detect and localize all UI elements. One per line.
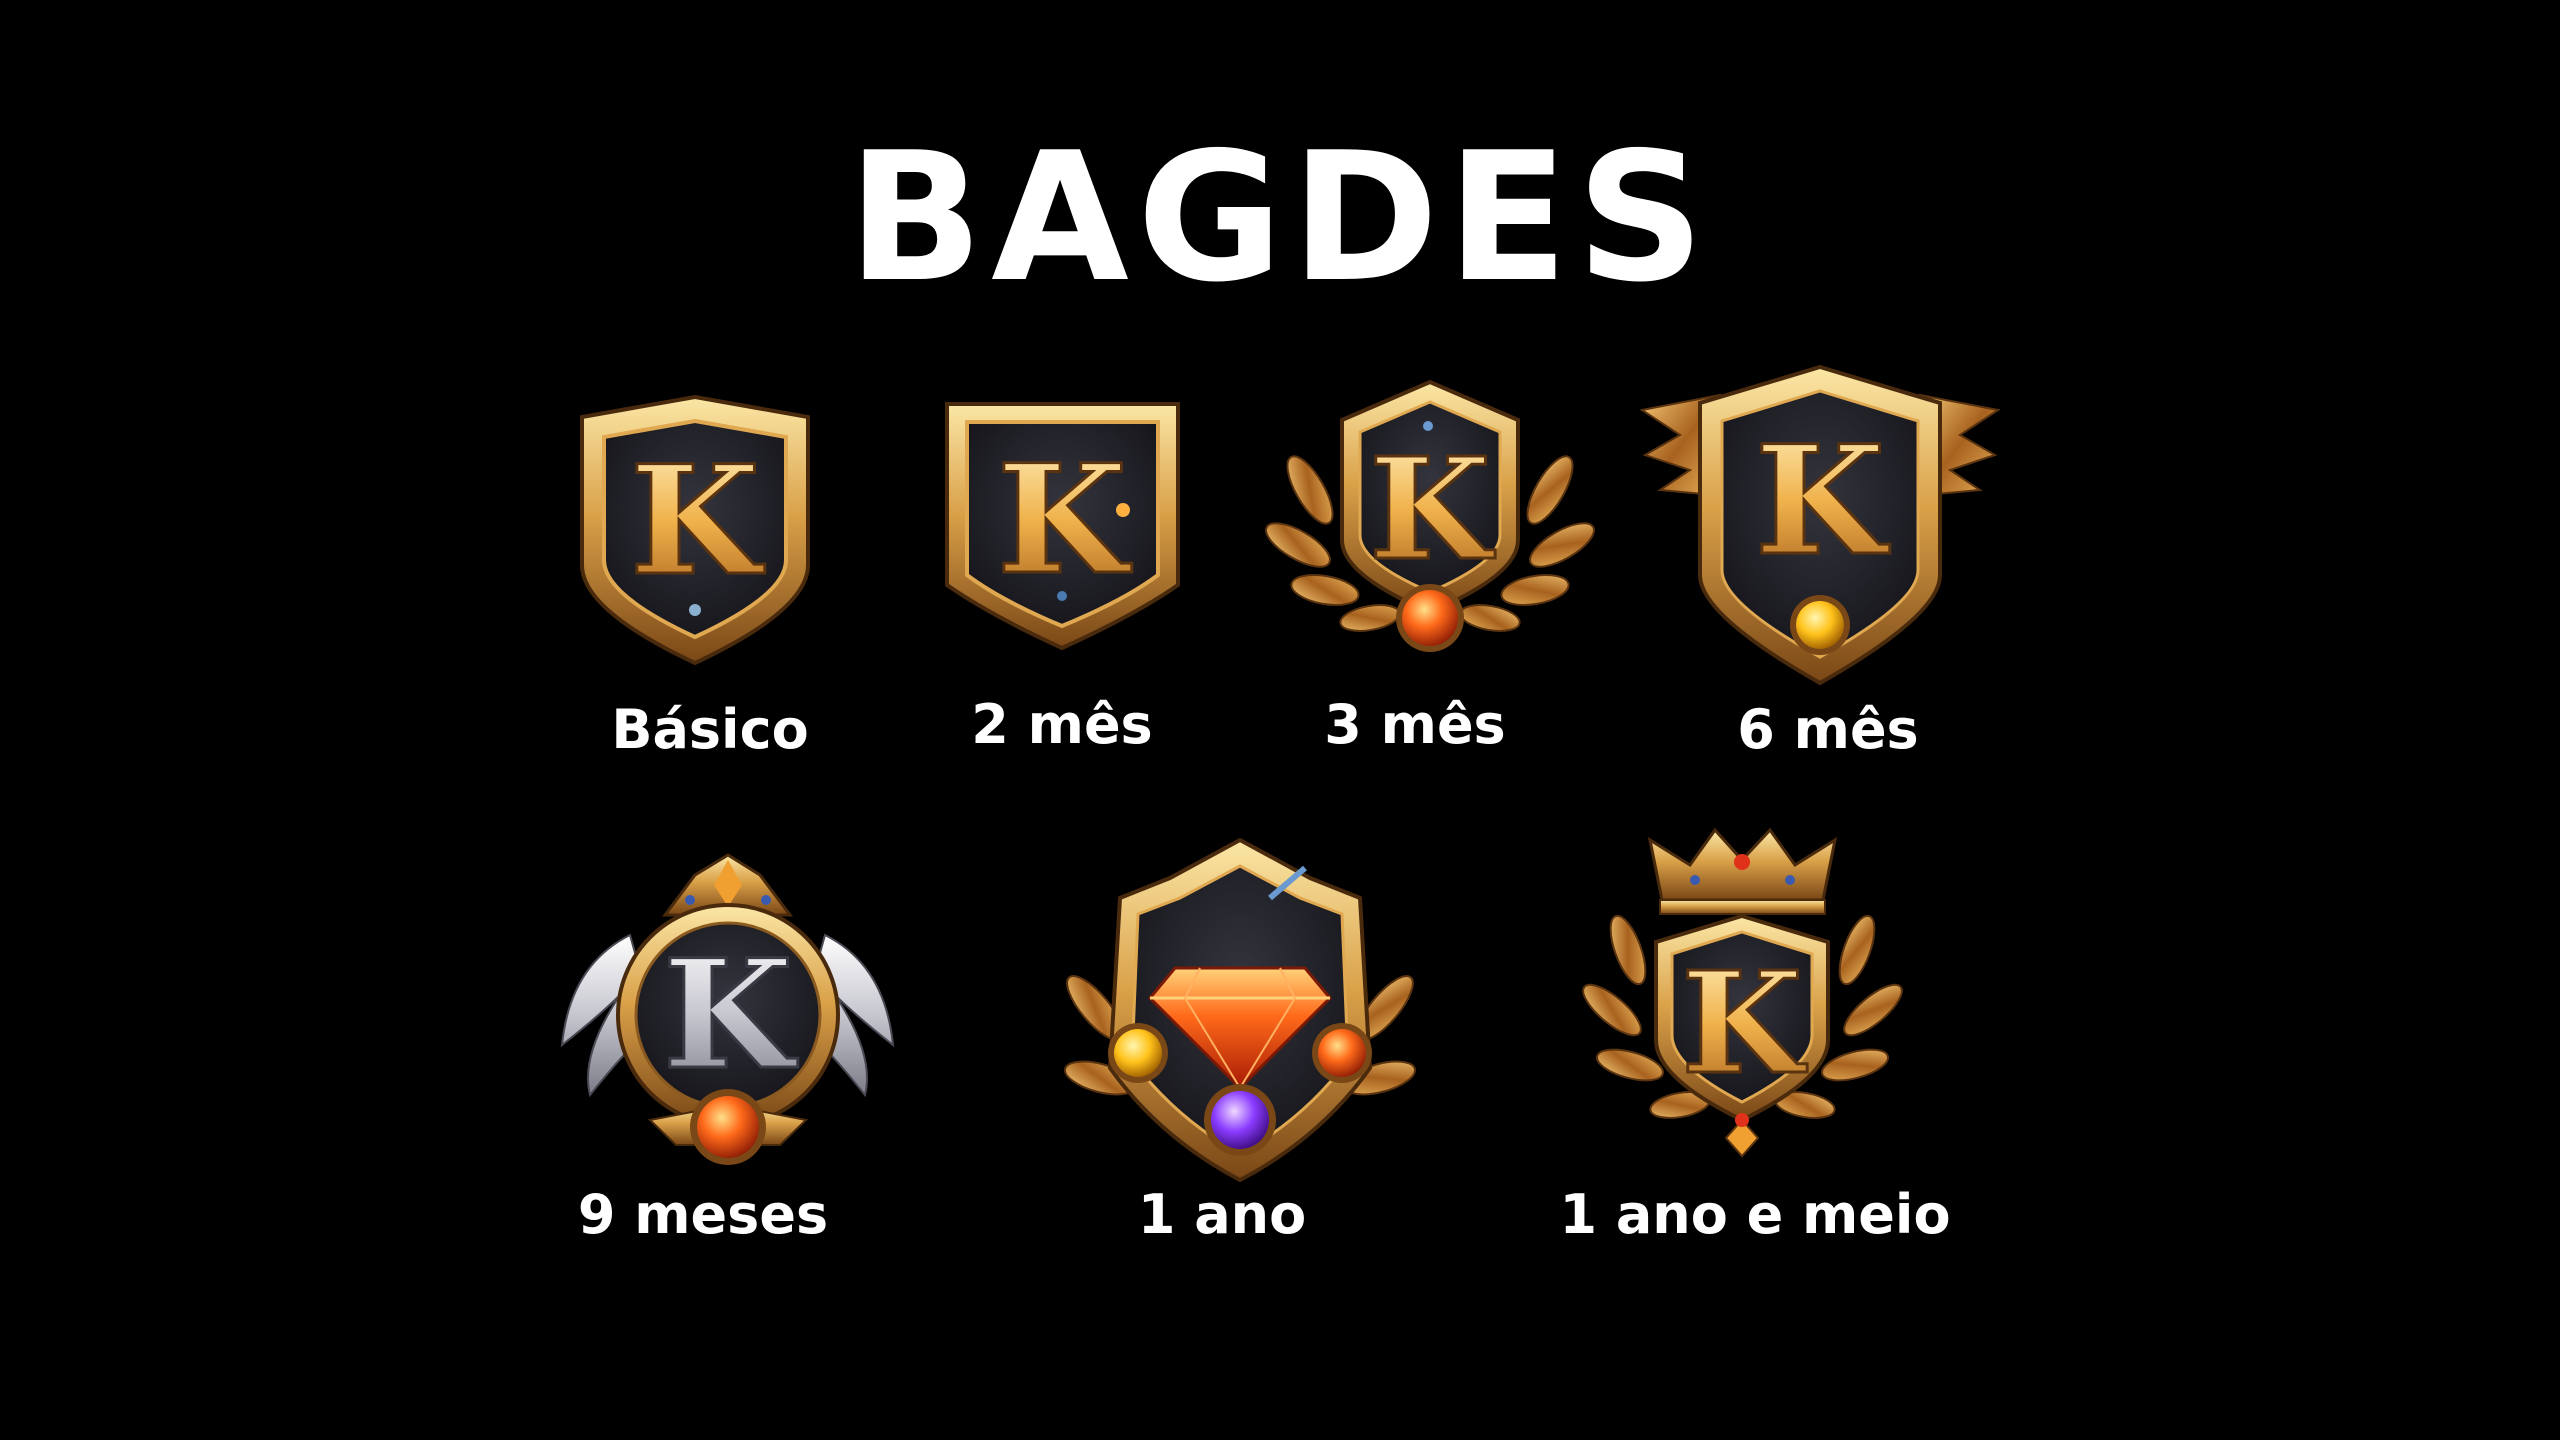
square-shield-k-badge-icon: K xyxy=(945,402,1180,651)
badge-label: 1 ano xyxy=(1137,1183,1307,1246)
diamond-gem-badge-icon xyxy=(1064,837,1416,1183)
badge-6-mes: K xyxy=(1639,364,2001,686)
shield-k-badge-icon: K xyxy=(580,394,810,666)
svg-text:K: K xyxy=(630,433,765,609)
badge-3-mes: K xyxy=(1265,379,1595,660)
crowned-silver-k-badge-icon: K xyxy=(560,853,895,1165)
badge-9-meses: K xyxy=(560,845,895,1175)
badge-label: 2 mês xyxy=(971,693,1153,756)
page-title: BAGDES xyxy=(847,114,1713,321)
svg-text:K: K xyxy=(1369,428,1495,592)
winged-shield-k-badge-icon: K xyxy=(1639,364,2001,686)
svg-text:K: K xyxy=(1755,413,1890,589)
badge-label: 1 ano e meio xyxy=(1559,1183,1951,1246)
svg-text:K: K xyxy=(997,432,1132,608)
badge-label: 6 mês xyxy=(1737,698,1919,761)
laurel-k-badge-icon: K xyxy=(1265,379,1595,652)
svg-text:K: K xyxy=(1681,942,1807,1106)
crowned-laurel-k-badge-icon: K xyxy=(1582,827,1903,1158)
badge-2-mes: K xyxy=(945,400,1180,651)
badge-1-ano-e-meio: K xyxy=(1582,820,1903,1160)
badge-basico: K xyxy=(580,394,810,666)
svg-text:K: K xyxy=(663,927,798,1103)
badge-1-ano xyxy=(1060,837,1420,1183)
badge-label: Básico xyxy=(611,698,809,761)
badge-label: 9 meses xyxy=(577,1183,829,1246)
badge-label: 3 mês xyxy=(1324,693,1506,756)
